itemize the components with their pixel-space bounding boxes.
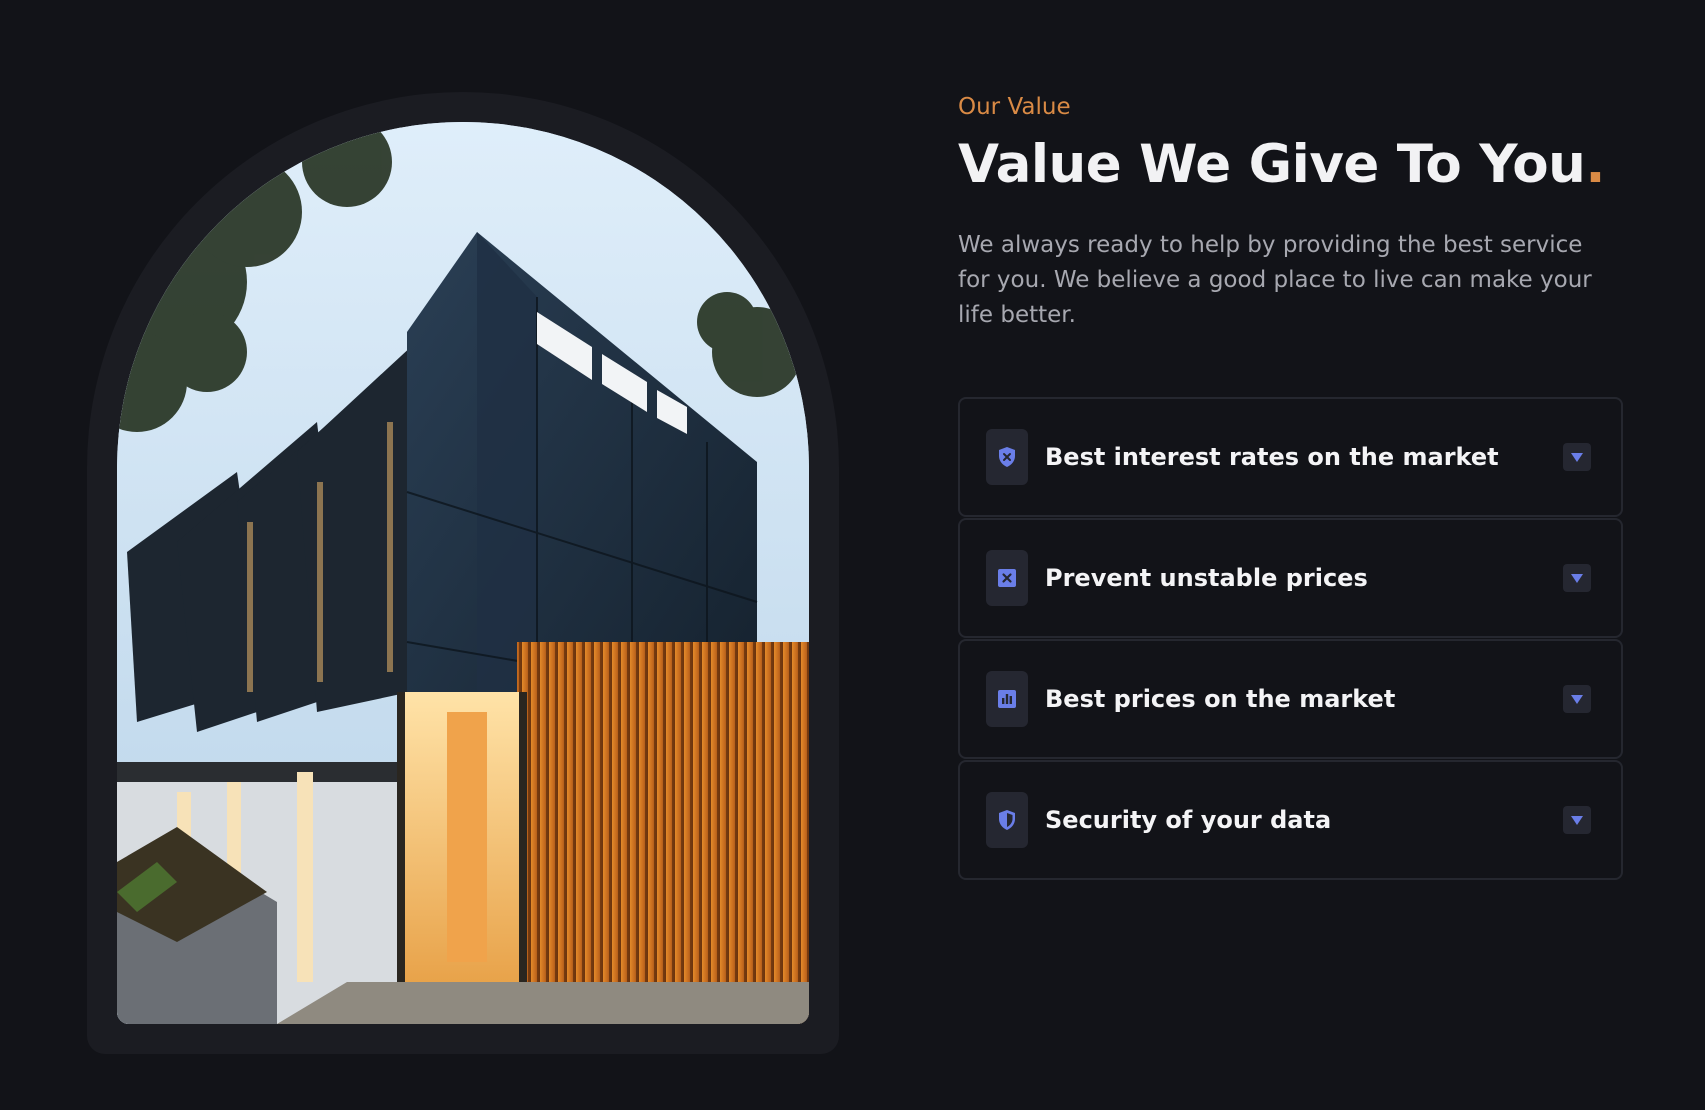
value-accordion: Best interest rates on the market Preven… xyxy=(958,397,1623,881)
accordion-label: Security of your data xyxy=(1045,806,1332,834)
house-photo xyxy=(117,122,809,1024)
bar-chart-icon xyxy=(986,671,1028,727)
accordion-item-interest-rates[interactable]: Best interest rates on the market xyxy=(958,397,1623,517)
accordion-label: Best interest rates on the market xyxy=(1045,443,1499,471)
caret-down-icon[interactable] xyxy=(1563,564,1591,592)
x-square-icon xyxy=(986,550,1028,606)
section-title: Value We Give To You. xyxy=(958,132,1623,198)
accordion-label: Prevent unstable prices xyxy=(1045,564,1368,592)
value-content: Our Value Value We Give To You. We alway… xyxy=(958,92,1623,880)
accordion-label: Best prices on the market xyxy=(1045,685,1396,713)
caret-down-icon[interactable] xyxy=(1563,806,1591,834)
accordion-item-data-security[interactable]: Security of your data xyxy=(958,760,1623,880)
accordion-item-best-prices[interactable]: Best prices on the market xyxy=(958,639,1623,759)
image-frame xyxy=(87,92,839,1054)
title-accent-dot: . xyxy=(1585,134,1606,195)
section-title-text: Value We Give To You xyxy=(958,134,1586,195)
value-section: Our Value Value We Give To You. We alway… xyxy=(0,0,1705,1110)
caret-down-icon[interactable] xyxy=(1563,685,1591,713)
section-description: We always ready to help by providing the… xyxy=(958,232,1592,328)
accordion-item-unstable-prices[interactable]: Prevent unstable prices xyxy=(958,518,1623,638)
shield-x-icon xyxy=(986,429,1028,485)
shield-half-icon xyxy=(986,792,1028,848)
caret-down-icon[interactable] xyxy=(1563,443,1591,471)
section-eyebrow: Our Value xyxy=(958,94,1071,120)
